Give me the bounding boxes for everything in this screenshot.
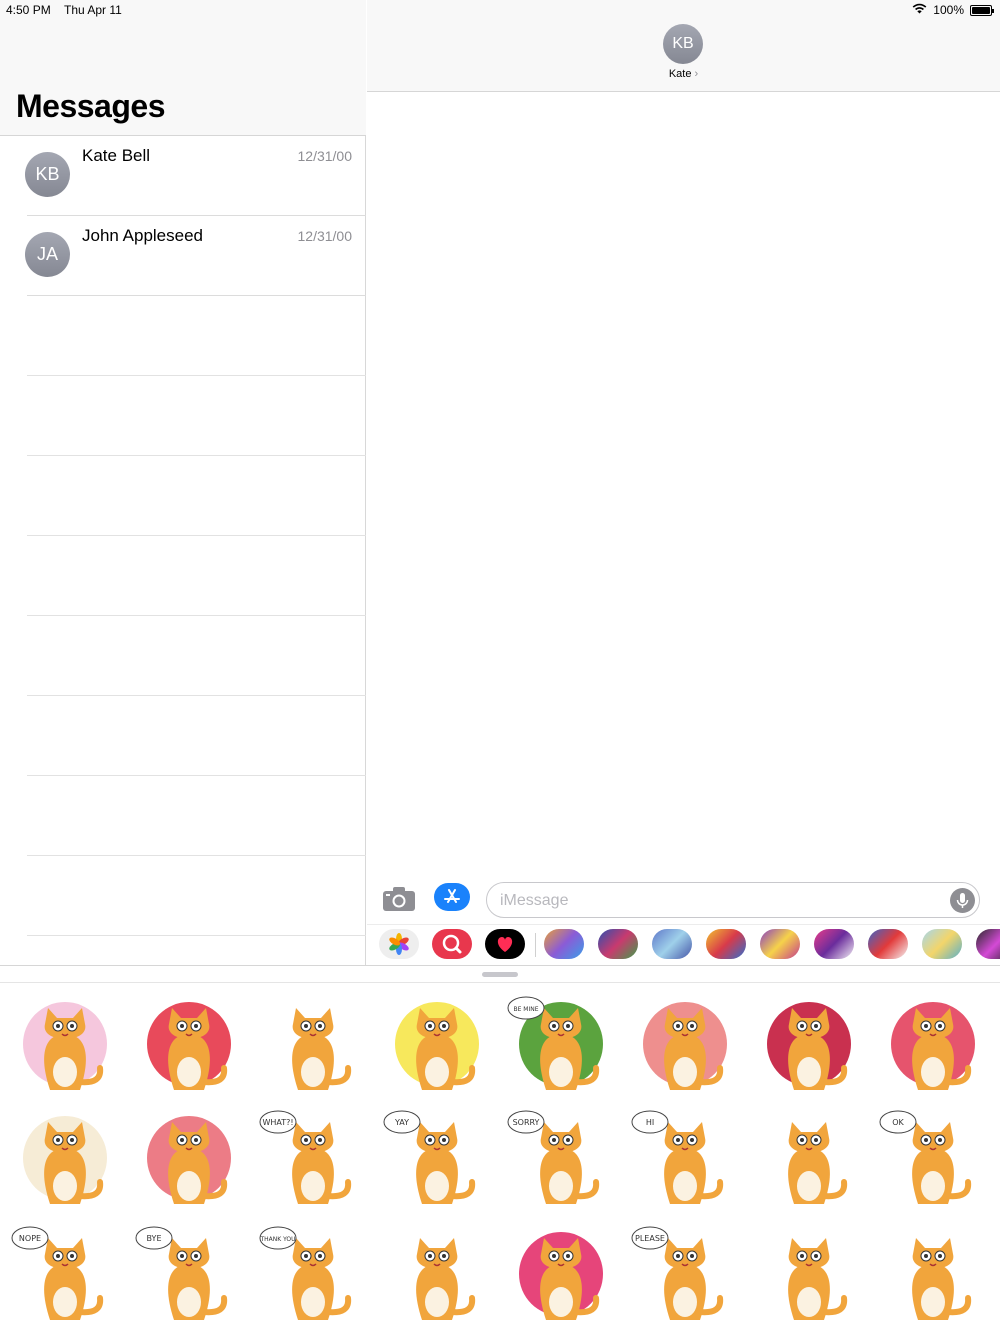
sticker-pack-icon[interactable] bbox=[760, 929, 800, 959]
battery-percent: 100% bbox=[933, 3, 964, 17]
sticker-speech-text: BYE bbox=[147, 1234, 162, 1243]
message-input[interactable]: iMessage bbox=[486, 882, 980, 918]
sticker-cat-hi[interactable]: HI bbox=[630, 1108, 740, 1213]
conversation-row-kate-bell[interactable]: KB Kate Bell 12/31/00 bbox=[0, 136, 366, 216]
conversation-date: 12/31/00 bbox=[297, 228, 353, 244]
battery-icon bbox=[970, 4, 994, 16]
sticker-speech-text: SORRY bbox=[513, 1118, 540, 1127]
sticker-speech-text: NOPE bbox=[19, 1234, 41, 1243]
avatar: KB bbox=[25, 152, 70, 197]
sticker-cat-nope[interactable]: NOPE bbox=[10, 1224, 120, 1329]
conversation-row-john-appleseed[interactable]: JA John Appleseed 12/31/00 bbox=[0, 216, 366, 296]
status-date: Thu Apr 11 bbox=[64, 3, 122, 17]
sticker-speech-text: OK bbox=[892, 1118, 904, 1127]
sticker-cats-with-balloon[interactable] bbox=[258, 994, 368, 1099]
sticker-cat-be-mine[interactable]: BE MINE bbox=[506, 994, 616, 1099]
strip-divider bbox=[535, 933, 536, 957]
sticker-drawer: BE MINE WHAT?! YAY SORRY HI OK NOPE BYE THANK YO… bbox=[0, 965, 1000, 1334]
empty-row bbox=[0, 456, 366, 536]
message-placeholder: iMessage bbox=[500, 892, 569, 909]
empty-row bbox=[0, 776, 366, 856]
sticker-speech-text: BE MINE bbox=[513, 1006, 538, 1013]
sticker-cat-ok[interactable]: OK bbox=[878, 1108, 988, 1213]
conversation-list-pane: Messages KB Kate Bell 12/31/00 JA John A… bbox=[0, 0, 366, 1096]
list-header: Messages bbox=[0, 0, 366, 136]
wifi-icon bbox=[912, 3, 927, 17]
sticker-pack-icon[interactable] bbox=[976, 929, 1000, 959]
sticker-cat-please[interactable]: PLEASE bbox=[630, 1224, 740, 1329]
sticker-cat-yay[interactable]: YAY bbox=[382, 1108, 492, 1213]
sticker-cat-happy-circle[interactable] bbox=[10, 1108, 120, 1213]
sticker-pack-icon[interactable] bbox=[922, 929, 962, 959]
digital-touch-icon[interactable] bbox=[485, 929, 525, 959]
sticker-cat-presentation[interactable] bbox=[754, 1108, 864, 1213]
contact-avatar[interactable]: KB bbox=[663, 24, 703, 64]
sticker-pack-icon[interactable] bbox=[544, 929, 584, 959]
empty-row bbox=[0, 376, 366, 456]
compose-bar: iMessage bbox=[367, 878, 1000, 922]
drawer-divider bbox=[0, 982, 1000, 983]
sticker-speech-text: HI bbox=[646, 1118, 654, 1127]
sticker-pack-icon[interactable] bbox=[706, 929, 746, 959]
conversation-list: KB Kate Bell 12/31/00 JA John Appleseed … bbox=[0, 136, 366, 1096]
camera-icon[interactable] bbox=[382, 886, 416, 912]
photos-app-icon[interactable] bbox=[379, 929, 419, 959]
status-time: 4:50 PM bbox=[6, 3, 51, 17]
sticker-speech-text: THANK YOU bbox=[259, 1236, 295, 1243]
sticker-cat-rainbow[interactable] bbox=[878, 994, 988, 1099]
sticker-cat-what[interactable]: WHAT?! bbox=[258, 1108, 368, 1213]
sticker-cat-reading-book[interactable] bbox=[754, 1224, 864, 1329]
microphone-icon[interactable] bbox=[950, 888, 975, 913]
status-bar: 4:50 PM Thu Apr 11 100% bbox=[0, 0, 1000, 20]
sticker-cat-angel[interactable] bbox=[754, 994, 864, 1099]
conversation-name: John Appleseed bbox=[82, 226, 203, 245]
chevron-right-icon: › bbox=[694, 68, 699, 80]
avatar: JA bbox=[25, 232, 70, 277]
sticker-speech-text: PLEASE bbox=[635, 1234, 665, 1243]
app-store-icon[interactable] bbox=[434, 883, 470, 911]
sticker-cat-blowing-kiss[interactable] bbox=[630, 994, 740, 1099]
sticker-speech-text: YAY bbox=[394, 1118, 409, 1127]
sticker-pack-icon[interactable] bbox=[814, 929, 854, 959]
sticker-speech-text: WHAT?! bbox=[262, 1118, 293, 1127]
sticker-cat-graduate[interactable] bbox=[878, 1224, 988, 1329]
status-right: 100% bbox=[912, 3, 994, 17]
sticker-cats-couple-hearts[interactable] bbox=[10, 994, 120, 1099]
sticker-cat-at-desk[interactable] bbox=[382, 1224, 492, 1329]
empty-row bbox=[0, 536, 366, 616]
sticker-cat-bye[interactable]: BYE bbox=[134, 1224, 244, 1329]
search-images-icon[interactable] bbox=[432, 929, 472, 959]
sticker-cat-in-love[interactable] bbox=[134, 1108, 244, 1213]
conversation-date: 12/31/00 bbox=[297, 148, 353, 164]
page-title: Messages bbox=[16, 88, 165, 124]
drawer-grabber[interactable] bbox=[482, 972, 518, 977]
empty-row bbox=[0, 696, 366, 776]
sticker-cats-couple-red-hearts[interactable] bbox=[134, 994, 244, 1099]
sticker-cat-cupid[interactable] bbox=[506, 1224, 616, 1329]
contact-name: Kate bbox=[668, 68, 692, 80]
conversation-pane: KB Kate › iMessage bbox=[367, 0, 1000, 965]
sticker-pack-icon[interactable] bbox=[868, 929, 908, 959]
conversation-name: Kate Bell bbox=[82, 146, 151, 165]
empty-row bbox=[0, 616, 366, 696]
sticker-cat-sorry[interactable]: SORRY bbox=[506, 1108, 616, 1213]
empty-row bbox=[0, 296, 366, 376]
app-drawer-strip bbox=[367, 924, 1000, 964]
sticker-pack-icon[interactable] bbox=[598, 929, 638, 959]
empty-row bbox=[0, 856, 366, 936]
contact-name-button[interactable]: Kate › bbox=[367, 68, 1000, 80]
sticker-cat-sunset-back[interactable] bbox=[382, 994, 492, 1099]
sticker-pack-icon[interactable] bbox=[652, 929, 692, 959]
sticker-cat-thank-you[interactable]: THANK YOU bbox=[258, 1224, 368, 1329]
